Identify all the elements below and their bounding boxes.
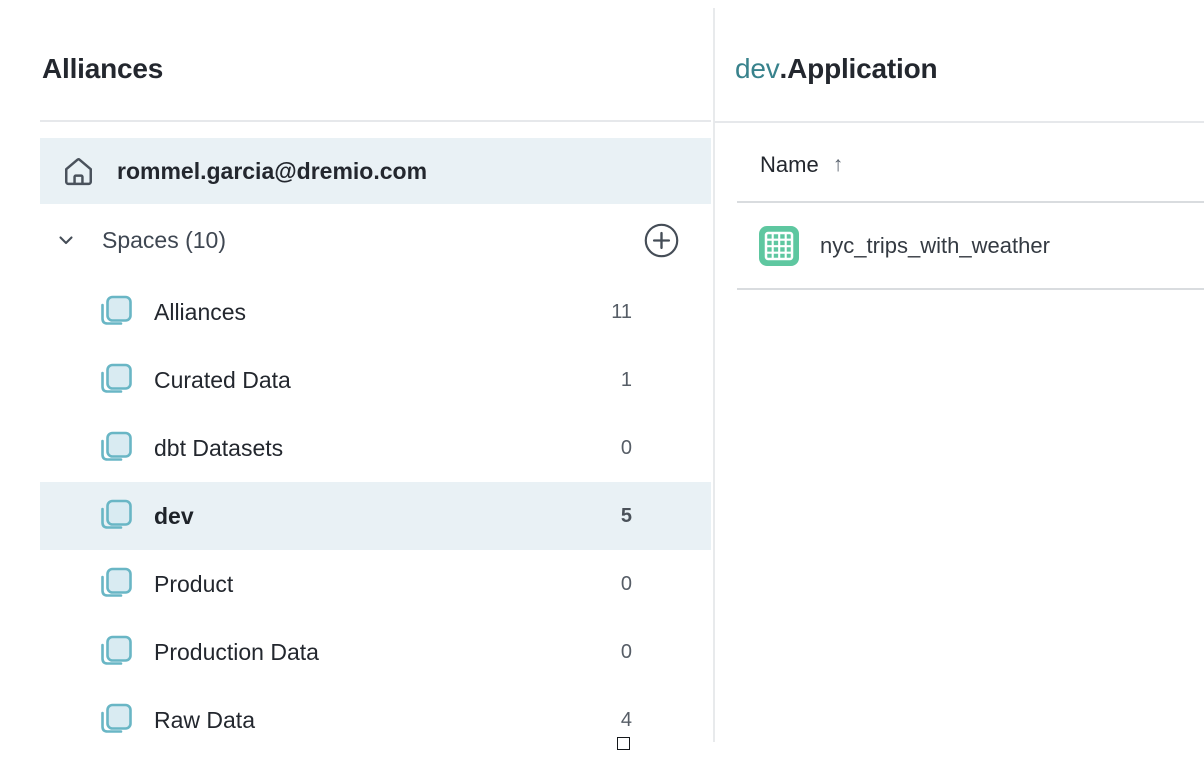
space-item-count: 1 [621, 369, 632, 392]
space-item-dbt-datasets[interactable]: dbt Datasets 0 [40, 414, 711, 482]
chevron-down-icon[interactable] [54, 228, 78, 252]
spaces-section-label: Spaces (10) [102, 227, 226, 254]
breadcrumb-space-link[interactable]: dev [735, 53, 780, 84]
space-item-count: 0 [621, 641, 632, 664]
space-icon [95, 428, 135, 468]
space-icon [95, 632, 135, 672]
breadcrumb-separator: . [780, 53, 788, 84]
dataset-row-nyc-trips-with-weather[interactable]: nyc_trips_with_weather [737, 203, 1204, 288]
plus-circle-icon [643, 222, 680, 259]
left-title-divider [40, 120, 711, 122]
home-user-label: rommel.garcia@dremio.com [117, 158, 427, 185]
dremio-catalog-screen: Alliances rommel.garcia@dremio.com Space… [0, 0, 1204, 770]
space-item-production-data[interactable]: Production Data 0 [40, 618, 711, 686]
dataset-name: nyc_trips_with_weather [820, 233, 1050, 259]
space-icon [95, 360, 135, 400]
space-item-alliances[interactable]: Alliances 11 [40, 278, 711, 346]
space-item-label: Raw Data [154, 707, 255, 734]
space-icon [95, 564, 135, 604]
panel-divider [713, 8, 715, 742]
space-item-label: dev [154, 503, 194, 530]
space-item-label: Product [154, 571, 233, 598]
space-item-label: Alliances [154, 299, 246, 326]
stray-square-glyph [617, 737, 630, 750]
space-item-label: Curated Data [154, 367, 291, 394]
space-item-count: 0 [621, 573, 632, 596]
space-item-product[interactable]: Product 0 [40, 550, 711, 618]
name-column-label: Name [760, 152, 819, 178]
sort-ascending-icon: ↑ [833, 153, 844, 177]
space-item-label: Production Data [154, 639, 319, 666]
space-item-curated-data[interactable]: Curated Data 1 [40, 346, 711, 414]
space-item-count: 11 [611, 301, 632, 324]
spaces-list: Alliances 11 Curated Data 1 dbt Datasets [40, 278, 711, 754]
breadcrumb-folder-name: Application [787, 53, 937, 84]
home-user-item[interactable]: rommel.garcia@dremio.com [40, 138, 711, 204]
add-space-button[interactable] [643, 222, 680, 259]
space-icon [95, 700, 135, 740]
space-item-count: 0 [621, 437, 632, 460]
dataset-table-icon [758, 225, 800, 267]
left-panel-title: Alliances [42, 53, 163, 85]
space-icon [95, 496, 135, 536]
right-panel-breadcrumb: dev.Application [735, 53, 937, 85]
table-column-header-name[interactable]: Name ↑ [760, 150, 843, 180]
table-row-divider [737, 288, 1204, 290]
space-icon [95, 292, 135, 332]
spaces-section-header[interactable]: Spaces (10) [40, 213, 711, 267]
space-item-raw-data[interactable]: Raw Data 4 [40, 686, 711, 754]
right-title-divider [714, 121, 1204, 123]
home-icon [61, 154, 96, 189]
space-item-dev[interactable]: dev 5 [40, 482, 711, 550]
space-item-label: dbt Datasets [154, 435, 283, 462]
space-item-count: 5 [621, 505, 632, 528]
space-item-count: 4 [621, 709, 632, 732]
